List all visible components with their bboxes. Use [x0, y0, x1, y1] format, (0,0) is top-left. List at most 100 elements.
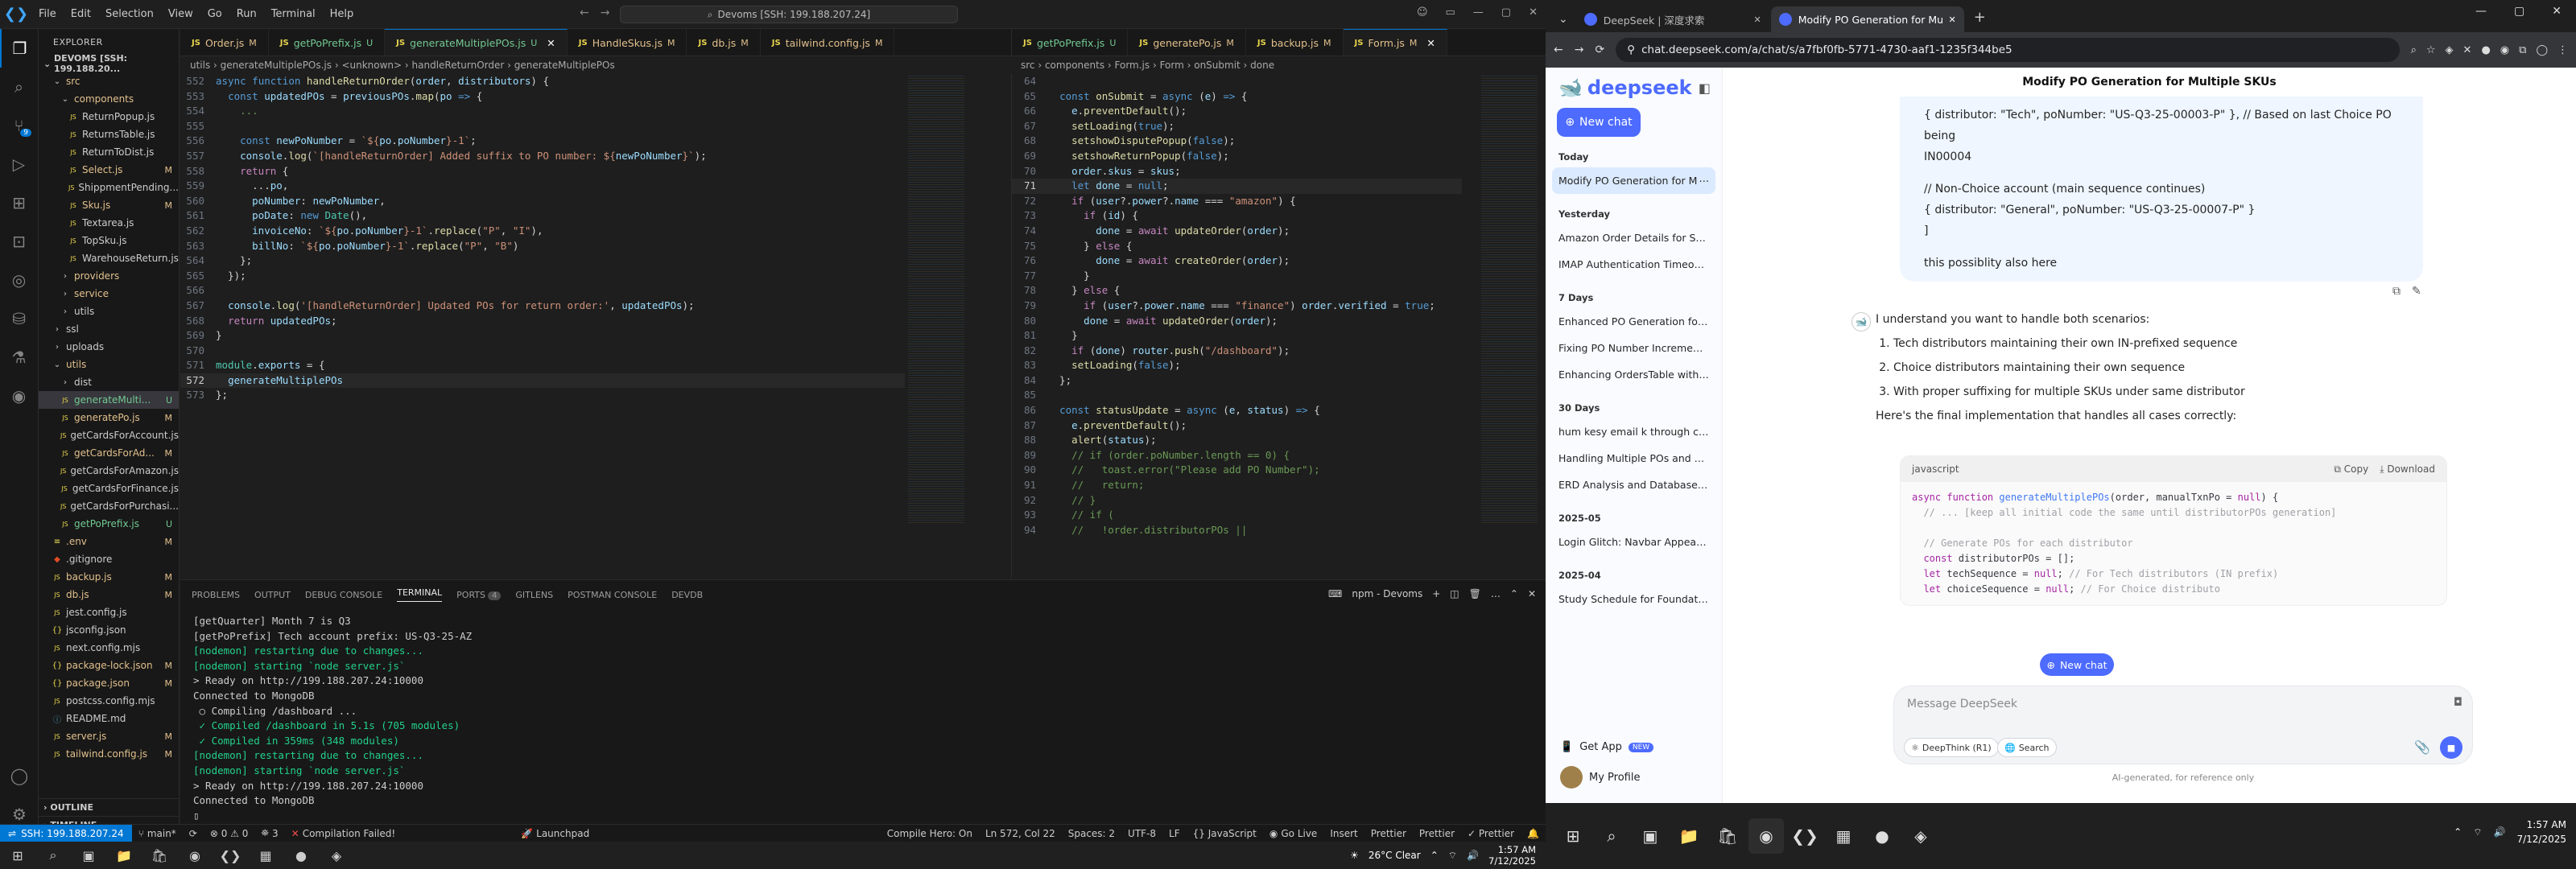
git-branch[interactable]: ⑂ main* [132, 828, 183, 839]
code-line[interactable]: 82 if (done) router.push("/dashboard"); [1012, 344, 1462, 359]
close-tab-icon[interactable]: ✕ [1949, 14, 1956, 25]
my-profile-button[interactable]: My Profile [1554, 760, 1715, 795]
tree-item[interactable]: JS ReturnPopup.js [39, 108, 179, 126]
code-line[interactable]: 88 alert(status); [1012, 433, 1462, 448]
code-line[interactable]: 86 const statusUpdate = async (e, status… [1012, 403, 1462, 418]
editor-tab[interactable]: JS HandleSkus.js M [568, 29, 687, 56]
panel-tab-terminal[interactable]: TERMINAL [397, 587, 443, 602]
stop-send-button[interactable]: ■ [2440, 736, 2462, 759]
terminal-output[interactable]: [getQuarter] Month 7 is Q3 [getPoPrefix] … [180, 609, 1546, 828]
go-live[interactable]: ◉ Go Live [1263, 828, 1323, 839]
tree-item[interactable]: JS ReturnToDist.js [39, 143, 179, 161]
prettier-1[interactable]: Prettier [1364, 828, 1413, 839]
code-line[interactable]: 560 poNumber: newPoNumber, [180, 194, 905, 209]
code-line[interactable]: 563 billNo: `${po.poNumber}-1`.replace("… [180, 239, 905, 254]
database-icon[interactable]: ⛁ [0, 299, 38, 338]
app-icon-2[interactable]: ● [283, 842, 319, 869]
code-line[interactable]: 85 [1012, 388, 1462, 403]
tree-item[interactable]: ⌄ components [39, 90, 179, 108]
code-line[interactable]: 83 setLoading(false); [1012, 358, 1462, 373]
file-explorer-icon[interactable]: 📁 [1671, 818, 1707, 854]
prettier-3[interactable]: ✓ Prettier [1461, 828, 1521, 839]
launchpad[interactable]: 🚀 Launchpad [514, 828, 596, 839]
code-line[interactable]: 78 } else { [1012, 283, 1462, 299]
code-editor-right[interactable]: 64 65 const onSubmit = async (e) => {66 e… [1011, 74, 1462, 579]
chat-history-item[interactable]: ERD Analysis and Database Mo [1546, 472, 1722, 498]
bookmark-star-icon[interactable]: ☆ [2426, 44, 2436, 56]
code-line[interactable]: 555 [180, 119, 905, 134]
chat-history-item[interactable]: Enhanced PO Generation for Mu [1546, 308, 1722, 335]
cursor-position[interactable]: Ln 572, Col 22 [979, 828, 1062, 839]
browser-tab[interactable]: DeepSeek | 深度求索 ✕ [1576, 6, 1769, 32]
file-explorer-icon[interactable]: 📁 [106, 842, 142, 869]
postman-icon[interactable]: ◉ [0, 377, 38, 415]
app-icon-3[interactable]: ◈ [1903, 818, 1938, 854]
indentation[interactable]: Spaces: 2 [1062, 828, 1121, 839]
code-line[interactable]: 556 const newPoNumber = `${po.poNumber}-… [180, 134, 905, 149]
layout-icon[interactable]: ▭ [1446, 6, 1455, 19]
maximize-icon[interactable]: ▢ [1501, 6, 1511, 19]
vscode-taskbar-icon[interactable]: ❮❯ [1787, 818, 1823, 854]
menu-view[interactable]: View [162, 5, 200, 23]
code-line[interactable]: 74 done = await updateOrder(order); [1012, 224, 1462, 239]
search-toggle[interactable]: 🌐 Search [1997, 738, 2057, 757]
url-field[interactable]: ⚲ chat.deepseek.com/a/chat/s/a7fbf0fb-577… [1616, 38, 2400, 62]
editor-tab[interactable]: JS tailwind.config.js M [761, 29, 895, 56]
chat-history-item[interactable]: Login Glitch: Navbar Appears Al [1546, 529, 1722, 555]
tree-item[interactable]: › service [39, 285, 179, 303]
weather-text[interactable]: 26°C Clear [1368, 850, 1421, 861]
editor-tab[interactable]: JS backup.js M [1246, 29, 1344, 56]
explorer-icon[interactable]: ❐ [0, 29, 38, 68]
code-line[interactable]: 77 } [1012, 269, 1462, 284]
menu-edit[interactable]: Edit [64, 5, 97, 23]
code-line[interactable]: 80 done = await updateOrder(order); [1012, 314, 1462, 329]
chat-history-item[interactable]: Fixing PO Number Increment Iss [1546, 335, 1722, 361]
code-line[interactable]: 552 async function handleReturnOrder(orde… [180, 74, 905, 89]
sync-icon[interactable]: ⟳ [183, 828, 204, 839]
close-icon[interactable]: ✕ [2552, 5, 2562, 18]
clock[interactable]: 1:57 AM 7/12/2025 [2516, 818, 2566, 846]
copy-code-button[interactable]: ⧉ Copy [2334, 463, 2368, 476]
tree-item[interactable]: › providers [39, 267, 179, 285]
code-line[interactable]: 572 generateMultiplePOs [180, 373, 905, 389]
browser-tab[interactable]: Modify PO Generation for Mult ✕ [1770, 6, 1964, 32]
tree-item[interactable]: {} package.json M [39, 674, 179, 692]
store-icon[interactable]: 🛍 [142, 842, 177, 869]
editor-tab[interactable]: JS generatePo.js M [1128, 29, 1246, 56]
tree-item[interactable]: ⌄ src [39, 72, 179, 90]
windows-start-icon[interactable]: ⊞ [1555, 818, 1591, 854]
close-icon[interactable]: ✕ [1529, 6, 1538, 19]
chat-history-item[interactable]: Modify PO Generation for M ⋯ [1552, 167, 1715, 194]
source-control-icon[interactable]: ⑂ 9 [0, 106, 38, 145]
code-line[interactable]: 568 return updatedPOs; [180, 314, 905, 329]
more-options-icon[interactable]: ⋯ [1699, 175, 1710, 187]
tree-item[interactable]: JS generateMulti... U [39, 391, 179, 409]
windows-start-icon[interactable]: ⊞ [0, 842, 35, 869]
code-line[interactable]: 92 // } [1012, 493, 1462, 509]
vscode-taskbar-icon[interactable]: ❮❯ [213, 842, 248, 869]
tree-item[interactable]: JS jest.config.js [39, 603, 179, 621]
prettier-2[interactable]: Prettier [1413, 828, 1461, 839]
workspace-root[interactable]: ⌄ DEVOMS [SSH: 199.188.20... [39, 53, 179, 74]
taskbar-search-icon[interactable]: ⌕ [1594, 818, 1629, 854]
insert-mode[interactable]: Insert [1323, 828, 1364, 839]
more-icon[interactable]: … [1491, 588, 1501, 599]
floating-new-chat-button[interactable]: ⊕ New chat [2040, 653, 2114, 676]
tree-item[interactable]: ≡ .env M [39, 533, 179, 550]
paperclip-icon[interactable]: 📎 [2414, 739, 2430, 755]
tree-item[interactable]: JS generatePo.js M [39, 409, 179, 426]
code-line[interactable]: 76 done = await createOrder(order); [1012, 253, 1462, 269]
extension-icon[interactable]: ◈ [2446, 44, 2454, 56]
menu-file[interactable]: File [32, 5, 63, 23]
code-line[interactable]: 69 setshowReturnPopup(false); [1012, 149, 1462, 164]
tree-item[interactable]: JS postcss.config.mjs [39, 692, 179, 710]
editor-tab[interactable]: JS Order.js M [180, 29, 269, 56]
code-line[interactable]: 571 module.exports = { [180, 358, 905, 373]
store-icon[interactable]: 🛍 [1710, 818, 1745, 854]
panel-tab-gitlens[interactable]: GITLENS [515, 590, 553, 600]
code-line[interactable]: 558 return { [180, 164, 905, 179]
code-line[interactable]: 569} [180, 328, 905, 344]
chat-history-item[interactable]: IMAP Authentication Timeout Er [1546, 251, 1722, 278]
code-line[interactable]: 570 [180, 344, 905, 359]
close-panel-icon[interactable]: ✕ [1528, 588, 1536, 599]
